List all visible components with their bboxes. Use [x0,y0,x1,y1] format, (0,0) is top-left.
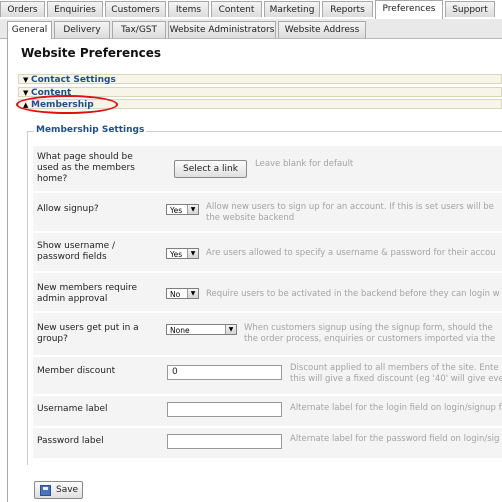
member-discount-help-2: this will give a fixed discount (eg '40'… [290,374,502,384]
subtab-delivery[interactable]: Delivery [54,21,110,38]
user-group-help-2: the order process, enquiries or customer… [244,334,496,344]
highlight-circle [16,95,118,114]
show-username-password-help: Are users allowed to specify a username … [206,248,496,258]
user-group-help-1: When customers signup using the signup f… [244,323,493,333]
row-allow-signup: Allow signup? Allow new users to sign up… [33,193,502,232]
row-show-username-password: Show username / password fields Are user… [33,233,502,272]
row-user-group: New users get put in a group? When custo… [33,313,502,356]
allow-signup-select[interactable]: Yes ▼ [166,204,199,215]
subtab-tax-gst[interactable]: Tax/GST [112,21,166,38]
admin-approval-help: Require users to be activated in the bac… [206,289,500,299]
chevron-down-icon: ▼ [23,89,29,97]
save-button[interactable]: Save [34,481,83,499]
admin-approval-select[interactable]: No ▼ [166,288,199,299]
row-members-home: What page should be used as the members … [33,146,502,192]
page-title: Website Preferences [21,46,162,60]
dropdown-arrow-icon: ▼ [187,249,198,258]
password-label-help: Alternate label for the password field o… [290,434,500,444]
members-home-label: What page should be used as the members … [37,152,135,184]
dropdown-arrow-icon: ▼ [187,205,198,214]
tab-orders[interactable]: Orders [0,1,45,17]
membership-legend: Membership Settings [34,125,147,135]
user-group-label: New users get put in a group? [37,323,139,344]
allow-signup-label: Allow signup? [37,204,99,214]
row-admin-approval: New members require admin approval Requi… [33,273,502,312]
section-contact-settings[interactable]: ▼ Contact Settings [18,74,502,85]
subtab-general[interactable]: General [7,21,52,39]
tab-enquiries[interactable]: Enquiries [47,1,103,17]
allow-signup-help-2: the website backend [206,213,295,223]
subtab-website-administrators[interactable]: Website Administrators [168,21,276,38]
password-label-input[interactable] [167,434,282,449]
user-group-select[interactable]: None ▼ [166,324,237,335]
tab-support[interactable]: Support [445,1,495,17]
username-label-label: Username label [37,404,108,414]
username-label-input[interactable] [167,402,282,417]
chevron-down-icon: ▼ [23,76,29,84]
admin-approval-label: New members require admin approval [37,283,138,304]
dropdown-arrow-icon: ▼ [225,325,236,334]
tab-reports[interactable]: Reports [322,1,373,17]
tab-preferences[interactable]: Preferences [375,0,443,19]
password-label-label: Password label [37,436,104,446]
username-label-help: Alternate label for the login field on l… [290,403,502,413]
tab-items[interactable]: Items [168,1,209,17]
select-link-button[interactable]: Select a link [174,160,247,178]
members-home-help: Leave blank for default [255,159,354,169]
tab-content[interactable]: Content [211,1,262,17]
subtab-website-address[interactable]: Website Address [278,21,366,38]
member-discount-help-1: Discount applied to all members of the s… [290,363,499,373]
save-disk-icon [40,485,51,496]
tab-customers[interactable]: Customers [105,1,166,17]
show-username-password-label: Show username / password fields [37,241,116,262]
member-discount-input[interactable]: 0 [167,365,282,380]
member-discount-label: Member discount [37,366,116,376]
dropdown-arrow-icon: ▼ [187,289,198,298]
tab-marketing[interactable]: Marketing [264,1,320,17]
show-username-password-select[interactable]: Yes ▼ [166,248,199,259]
allow-signup-help-1: Allow new users to sign up for an accoun… [206,202,494,212]
